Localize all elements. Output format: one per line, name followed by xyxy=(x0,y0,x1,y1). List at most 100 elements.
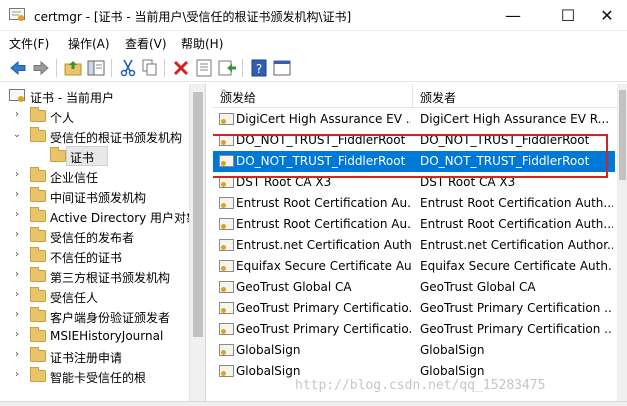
certificate-icon xyxy=(219,197,234,209)
collapsed-chevron-icon[interactable]: › xyxy=(12,269,22,280)
folder-icon xyxy=(30,107,46,122)
collapsed-chevron-icon[interactable]: › xyxy=(12,249,22,260)
collapsed-chevron-icon[interactable]: › xyxy=(12,369,22,380)
certificate-row[interactable]: Equifax Secure Certificate Au... Equifax … xyxy=(213,256,615,277)
collapsed-chevron-icon[interactable]: › xyxy=(12,309,22,320)
red-highlight-annotation xyxy=(213,134,608,178)
folder-icon xyxy=(30,367,46,382)
tree-item[interactable]: › 智能卡受信任的根 xyxy=(0,366,205,386)
back-arrow-icon[interactable] xyxy=(8,58,28,78)
watermark: http://blog.csdn.net/qq_15283475 xyxy=(295,378,546,393)
certificate-row[interactable]: GeoTrust Global CA GeoTrust Global CA xyxy=(213,277,615,298)
cell-issued-to: Entrust Root Certification Au... xyxy=(236,196,411,210)
show-hide-tree-icon[interactable] xyxy=(86,58,106,78)
column-header-issued-to[interactable]: 颁发给 ^ xyxy=(213,84,412,108)
tree-item[interactable]: 证书 xyxy=(0,146,205,166)
cell-issued-to: Entrust Root Certification Au... xyxy=(236,217,411,231)
tree-scroll-thumb[interactable] xyxy=(193,92,203,337)
menu-bar: 文件(F) 操作(A) 查看(V) 帮助(H) xyxy=(0,31,627,53)
tree-item[interactable]: › 客户端身份验证颁发者 xyxy=(0,306,205,326)
export-icon[interactable] xyxy=(217,58,237,78)
certificate-icon xyxy=(219,281,234,293)
folder-icon xyxy=(30,207,46,222)
tree-item[interactable]: › 受信任人 xyxy=(0,286,205,306)
tree-item-label: 智能卡受信任的根 xyxy=(50,371,147,385)
delete-icon[interactable] xyxy=(171,58,191,78)
collapsed-chevron-icon[interactable]: › xyxy=(12,189,22,200)
up-folder-icon[interactable] xyxy=(63,58,83,78)
forward-arrow-icon[interactable] xyxy=(31,58,51,78)
collapsed-chevron-icon[interactable]: › xyxy=(12,329,22,340)
tree-item-label: 证书注册申请 xyxy=(50,351,123,365)
folder-icon xyxy=(30,307,46,322)
tree-item-label: 第三方根证书颁发机构 xyxy=(50,271,171,285)
properties-icon[interactable] xyxy=(194,58,214,78)
tree-item[interactable]: › 企业信任 xyxy=(0,166,205,186)
tree-item-label: 受信任的发布者 xyxy=(50,231,135,245)
tree-item[interactable]: › 证书注册申请 xyxy=(0,346,205,366)
certificate-row[interactable]: Entrust Root Certification Au... Entrust … xyxy=(213,214,615,235)
list-scroll-thumb[interactable] xyxy=(619,90,626,180)
certificate-icon xyxy=(219,218,234,230)
collapsed-chevron-icon[interactable]: › xyxy=(12,289,22,300)
menu-help[interactable]: 帮助(H) xyxy=(181,35,223,52)
tree-item[interactable]: ⌄ 受信任的根证书颁发机构 xyxy=(0,126,205,146)
cell-issued-by: DigiCert High Assurance EV R... xyxy=(420,112,610,126)
cell-issued-by: Entrust.net Certification Author... xyxy=(420,238,613,252)
certificate-row[interactable]: GeoTrust Primary Certificatio... GeoTrust… xyxy=(213,319,615,340)
menu-view[interactable]: 查看(V) xyxy=(125,35,167,52)
tree-item[interactable]: › 不信任的证书 xyxy=(0,246,205,266)
certificate-row[interactable]: Entrust Root Certification Au... Entrust … xyxy=(213,193,615,214)
tree-item-label: Active Directory 用户对象 xyxy=(50,211,199,225)
tree-item-label: 证书 xyxy=(70,151,95,165)
tree-item[interactable]: › 受信任的发布者 xyxy=(0,226,205,246)
certificate-icon xyxy=(219,113,234,125)
collapsed-chevron-icon[interactable]: › xyxy=(12,349,22,360)
certificate-row[interactable]: GeoTrust Primary Certificatio... GeoTrust… xyxy=(213,298,615,319)
help-icon[interactable]: ? xyxy=(249,58,269,78)
tree-item[interactable]: › 中间证书颁发机构 xyxy=(0,186,205,206)
collapsed-chevron-icon[interactable]: › xyxy=(12,169,22,180)
cut-icon[interactable] xyxy=(118,58,138,78)
list-scrollbar[interactable] xyxy=(617,84,627,401)
folder-icon xyxy=(30,267,46,282)
tree-root[interactable]: 证书 - 当前用户 xyxy=(0,86,205,106)
expanded-chevron-icon[interactable]: ⌄ xyxy=(12,129,22,140)
cell-issued-by: Entrust Root Certification Auth... xyxy=(420,196,613,210)
certificate-row[interactable]: Entrust.net Certification Auth... Entrust… xyxy=(213,235,615,256)
folder-icon xyxy=(50,147,66,162)
tree-item[interactable]: › Active Directory 用户对象 xyxy=(0,206,205,226)
toolbar: ? xyxy=(0,53,627,82)
tree-item[interactable]: › 第三方根证书颁发机构 xyxy=(0,266,205,286)
tree-item[interactable]: › 个人 xyxy=(0,106,205,126)
cell-issued-by: Equifax Secure Certificate Auth... xyxy=(420,259,613,273)
certificate-icon xyxy=(219,260,234,272)
sort-caret-icon: ^ xyxy=(220,89,228,99)
cell-issued-to: GeoTrust Primary Certificatio... xyxy=(236,322,411,336)
tree-scrollbar[interactable] xyxy=(189,84,205,401)
tree-item-label: 中间证书颁发机构 xyxy=(50,191,147,205)
console-icon[interactable] xyxy=(272,58,292,78)
tree-item-label: 受信任人 xyxy=(50,291,99,305)
minimize-button[interactable]: — xyxy=(490,0,536,31)
collapsed-chevron-icon[interactable]: › xyxy=(12,109,22,120)
tree-item-label: 受信任的根证书颁发机构 xyxy=(50,131,183,145)
tree-root-label: 证书 - 当前用户 xyxy=(30,91,114,105)
collapsed-chevron-icon[interactable]: › xyxy=(12,209,22,220)
cell-issued-by: GlobalSign xyxy=(420,343,485,357)
folder-icon xyxy=(30,167,46,182)
collapsed-chevron-icon[interactable]: › xyxy=(12,229,22,240)
certificate-row[interactable]: GlobalSign GlobalSign xyxy=(213,340,615,361)
copy-icon[interactable] xyxy=(140,58,160,78)
tree-item[interactable]: › MSIEHistoryJournal xyxy=(0,326,205,346)
tree-pane: 证书 - 当前用户 › 个人 ⌄ 受信任的根证书颁发机构 证书 › 企业信任 › 中间证书颁发机… xyxy=(0,84,206,401)
cell-issued-to: GeoTrust Primary Certificatio... xyxy=(236,301,411,315)
menu-file[interactable]: 文件(F) xyxy=(9,35,49,52)
certificate-row[interactable]: DigiCert High Assurance EV ... DigiCert H… xyxy=(213,109,615,130)
certificate-icon xyxy=(219,344,234,356)
column-header-issued-by[interactable]: 颁发者 xyxy=(413,84,617,108)
cell-issued-to: GeoTrust Global CA xyxy=(236,280,352,294)
certificate-list: 颁发给 ^ 颁发者 DigiCert High Assurance EV ... D… xyxy=(213,84,627,401)
close-button[interactable]: ✕ xyxy=(584,0,627,31)
menu-action[interactable]: 操作(A) xyxy=(68,35,110,52)
